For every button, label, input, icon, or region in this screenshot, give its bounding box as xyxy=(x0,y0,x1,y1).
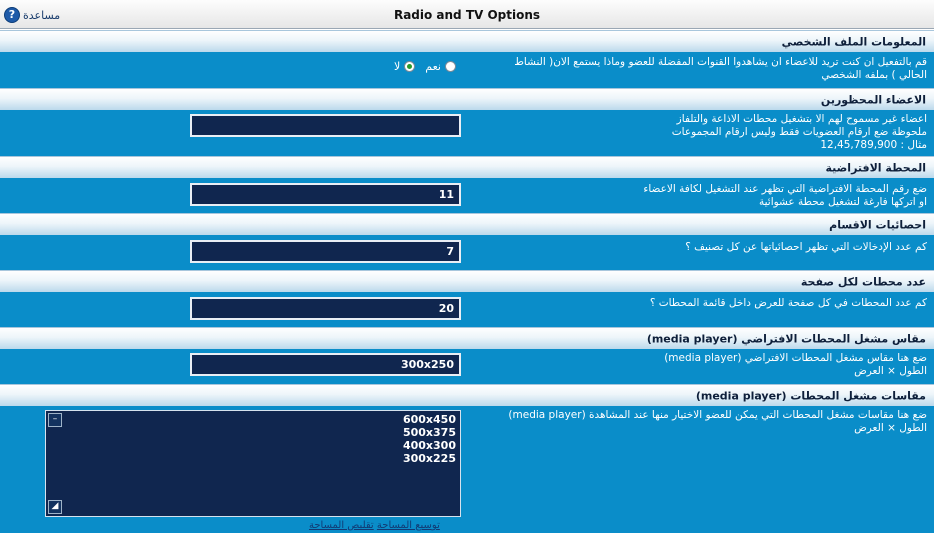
row-stations-per-page: كم عدد المحطات في كل صفحة للعرض داخل قائ… xyxy=(0,292,934,327)
banned-desc-line: مثال : 12,45,789,900 xyxy=(820,139,927,151)
banned-desc-line: اعضاء غير مسموح لهم الا بتشغيل محطات الا… xyxy=(676,113,927,125)
default-player-desc-line: ضع هنا مقاس مشغل المحطات الافتراضي (medi… xyxy=(664,352,927,364)
window-titlebar: Radio and TV Options ? مساعدة xyxy=(0,0,934,29)
section-header-profile: المعلومات الملف الشخصي xyxy=(0,30,934,52)
default-player-desc-line: الطول × العرض xyxy=(854,365,927,377)
section-title: عدد محطات لكل صفحة xyxy=(800,275,926,288)
size-line: 300x225 xyxy=(402,452,456,465)
section-title: الاعضاء المحظورين xyxy=(820,93,926,106)
help-button[interactable]: ? مساعدة xyxy=(4,7,60,23)
player-sizes-textarea[interactable]: 600x450 500x375 400x300 300x225 – ◢ xyxy=(45,410,461,517)
section-header-player-sizes: مقاسات مشغل المحطات (media player) xyxy=(0,384,934,406)
section-title: مقاسات مشغل المحطات (media player) xyxy=(695,389,926,402)
size-line: 600x450 xyxy=(402,413,456,426)
size-line: 500x375 xyxy=(402,426,456,439)
section-header-default-player-size: مقاس مشغل المحطات الافتراضي (media playe… xyxy=(0,327,934,349)
section-title: احصائيات الاقسام xyxy=(829,218,926,231)
section-stats-input[interactable]: 7 xyxy=(190,240,461,263)
banned-members-input[interactable] xyxy=(190,114,461,137)
default-station-input[interactable]: 11 xyxy=(190,183,461,206)
section-header-section-stats: احصائيات الاقسام xyxy=(0,213,934,235)
player-sizes-desc-line: ضع هنا مقاسات مشغل المحطات التي يمكن للع… xyxy=(508,409,927,421)
section-header-banned: الاعضاء المحظورين xyxy=(0,88,934,110)
row-default-player-size: ضع هنا مقاس مشغل المحطات الافتراضي (medi… xyxy=(0,349,934,384)
section-title: المعلومات الملف الشخصي xyxy=(781,35,926,48)
profile-description: قم بالتفعيل ان كنت تريد للاعضاء ان يشاهد… xyxy=(514,56,927,81)
expand-area-link[interactable]: توسيع المساحة xyxy=(377,520,440,531)
player-sizes-description: ضع هنا مقاسات مشغل المحطات التي يمكن للع… xyxy=(487,409,927,435)
banned-description: اعضاء غير مسموح لهم الا بتشغيل محطات الا… xyxy=(487,113,927,152)
resize-links: توسيع المساحة تقليص المساحة xyxy=(309,520,440,531)
section-title: المحطة الافتراضية xyxy=(825,161,926,174)
radio-no-label: لا xyxy=(394,60,401,73)
resize-handle-icon[interactable]: ◢ xyxy=(48,500,62,514)
window-title: Radio and TV Options xyxy=(393,8,541,22)
default-station-desc-line: ضع رقم المحطة الافتراضية التي تظهر عند ا… xyxy=(643,183,927,195)
row-default-station: ضع رقم المحطة الافتراضية التي تظهر عند ا… xyxy=(0,178,934,213)
default-player-size-description: ضع هنا مقاس مشغل المحطات الافتراضي (medi… xyxy=(487,352,927,378)
row-section-stats: كم عدد الإدخالات التي تظهر احصائياتها عن… xyxy=(0,235,934,270)
minimize-icon[interactable]: – xyxy=(48,413,62,427)
player-sizes-values: 600x450 500x375 400x300 300x225 xyxy=(403,413,456,465)
radio-no[interactable] xyxy=(404,61,416,72)
radio-yes-label: نعم xyxy=(425,60,441,73)
section-stats-description: كم عدد الإدخالات التي تظهر احصائياتها عن… xyxy=(685,241,927,253)
shrink-area-link[interactable]: تقليص المساحة xyxy=(309,520,374,531)
section-header-stations-per-page: عدد محطات لكل صفحة xyxy=(0,270,934,292)
profile-radio-group: نعم لا xyxy=(394,60,456,73)
default-station-description: ضع رقم المحطة الافتراضية التي تظهر عند ا… xyxy=(487,183,927,209)
radio-yes[interactable] xyxy=(445,61,456,72)
stations-per-page-input[interactable]: 20 xyxy=(190,297,461,320)
stations-per-page-description: كم عدد المحطات في كل صفحة للعرض داخل قائ… xyxy=(649,297,927,309)
help-icon: ? xyxy=(4,7,20,23)
section-title: مقاس مشغل المحطات الافتراضي (media playe… xyxy=(646,332,926,345)
banned-desc-line: ملحوظة ضع ارقام العضويات فقط وليس ارقام … xyxy=(671,126,927,138)
size-line: 400x300 xyxy=(402,439,456,452)
section-header-default-station: المحطة الافتراضية xyxy=(0,156,934,178)
row-banned: اعضاء غير مسموح لهم الا بتشغيل محطات الا… xyxy=(0,110,934,156)
default-station-desc-line: او اتركها فارغة لتشغيل محطة عشوائية xyxy=(758,196,927,208)
row-profile: قم بالتفعيل ان كنت تريد للاعضاء ان يشاهد… xyxy=(0,52,934,88)
help-label: مساعدة xyxy=(23,8,61,22)
default-player-size-input[interactable]: 300x250 xyxy=(190,353,461,376)
player-sizes-desc-line: الطول × العرض xyxy=(854,422,927,434)
